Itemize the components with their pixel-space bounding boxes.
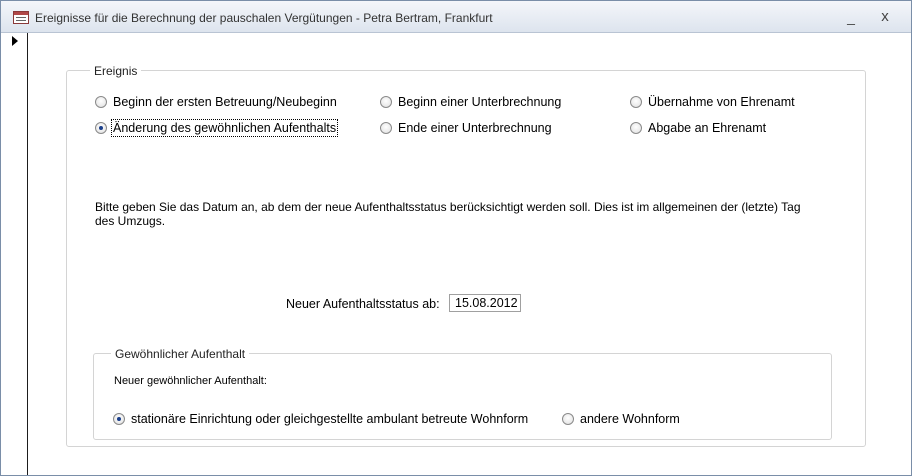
radio-stationaere-einrichtung[interactable]: stationäre Einrichtung oder gleichgestel… [113,412,528,426]
radio-aenderung-aufenthalt[interactable]: Änderung des gewöhnlichen Aufenthalts [95,119,339,137]
radio-beginn-unterbrechnung[interactable]: Beginn einer Unterbrechnung [380,95,561,109]
instruction-line-2: des Umzugs. [95,214,166,228]
radio-button-selected[interactable] [95,122,107,134]
radio-button[interactable] [380,96,392,108]
title-bar[interactable]: Ereignisse für die Berechnung der pausch… [1,1,911,33]
date-label: Neuer Aufenthaltsstatus ab: [286,297,440,311]
radio-label: Ende einer Unterbrechnung [398,121,552,135]
instruction-line-1: Bitte geben Sie das Datum an, ab dem der… [95,200,801,214]
radio-uebernahme-ehrenamt[interactable]: Übernahme von Ehrenamt [630,95,795,109]
radio-label: Abgabe an Ehrenamt [648,121,767,135]
radio-button-selected[interactable] [113,413,125,425]
radio-label: Beginn einer Unterbrechnung [398,95,562,109]
form-icon [13,11,29,24]
radio-label: andere Wohnform [580,412,680,426]
radio-label: stationäre Einrichtung oder gleichgestel… [131,412,529,426]
radio-button[interactable] [562,413,574,425]
window-title: Ereignisse für die Berechnung der pausch… [35,11,493,25]
aufenthalt-legend: Gewöhnlicher Aufenthalt [111,347,250,361]
date-input[interactable]: 15.08.2012 [449,294,521,312]
radio-button[interactable] [380,122,392,134]
aufenthalt-group [93,353,832,440]
radio-ende-unterbrechnung[interactable]: Ende einer Unterbrechnung [380,121,552,135]
radio-andere-wohnform[interactable]: andere Wohnform [562,412,680,426]
radio-button[interactable] [630,122,642,134]
minimize-button[interactable]: _ [841,9,861,25]
dialog-window: Ereignisse für die Berechnung der pausch… [0,0,912,476]
aufenthalt-subtitle: Neuer gewöhnlicher Aufenthalt: [114,375,267,387]
ereignis-legend: Ereignis [90,64,142,78]
radio-button[interactable] [630,96,642,108]
radio-beginn-erste-betreuung[interactable]: Beginn der ersten Betreuung/Neubeginn [95,95,337,109]
record-selector[interactable] [9,33,28,475]
radio-button[interactable] [95,96,107,108]
radio-label: Änderung des gewöhnlichen Aufenthalts [110,119,339,137]
record-selector-arrow-icon [12,36,18,46]
close-button[interactable]: x [875,9,895,25]
radio-abgabe-ehrenamt[interactable]: Abgabe an Ehrenamt [630,121,766,135]
radio-label: Beginn der ersten Betreuung/Neubeginn [113,95,337,109]
radio-label: Übernahme von Ehrenamt [648,95,795,109]
